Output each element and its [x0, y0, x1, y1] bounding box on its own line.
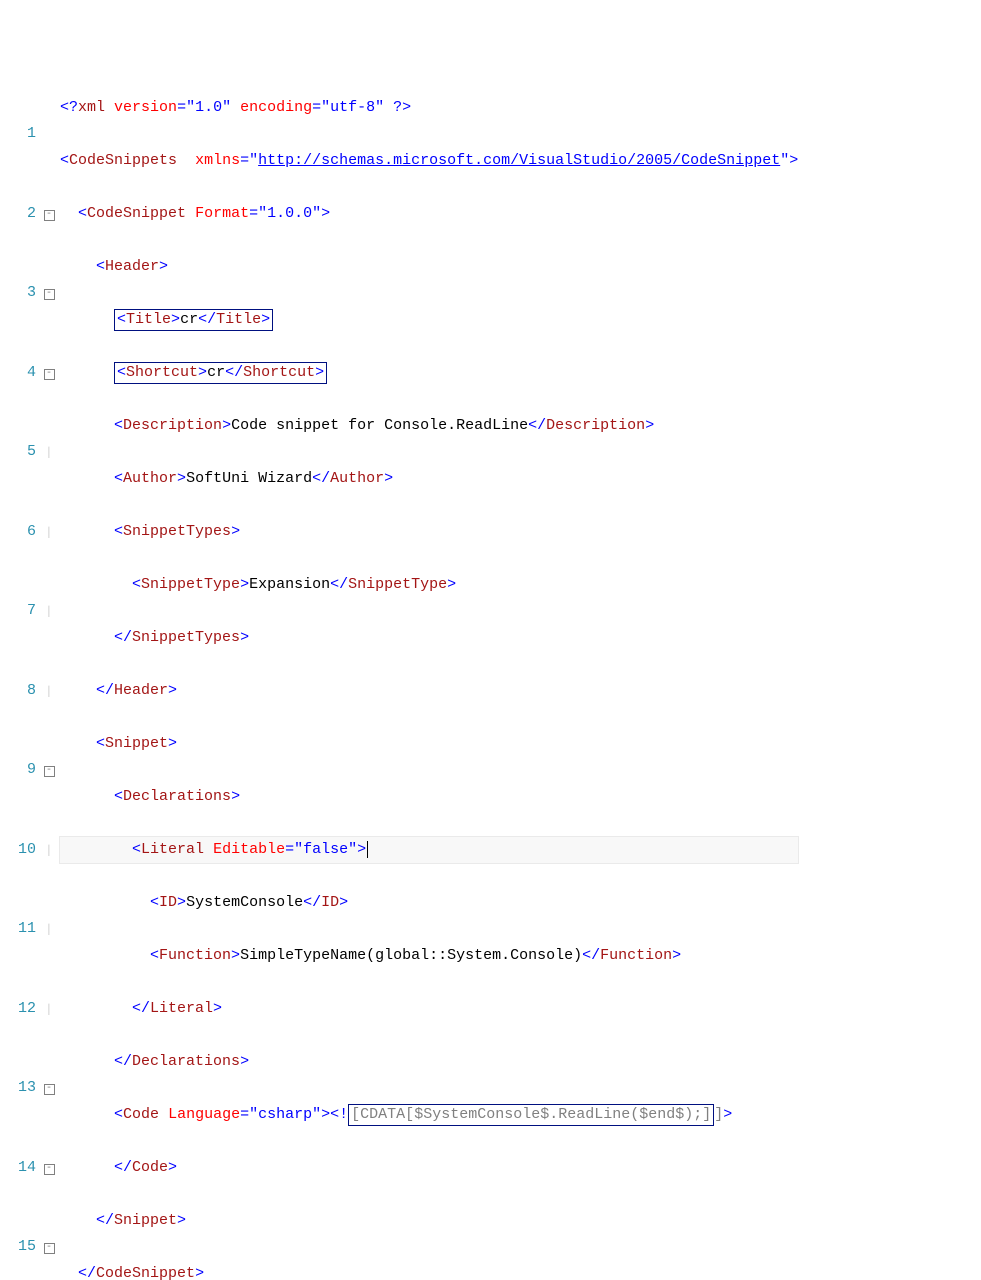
line-number: 2: [27, 205, 36, 222]
code-line[interactable]: <CodeSnippets xmlns="http://schemas.micr…: [60, 148, 798, 175]
line-number-gutter: 1 2 3 4 5 6 7 8 9 10 11 12 13 14 15 16 1…: [0, 68, 42, 708]
code-line[interactable]: </Code>: [60, 1155, 798, 1182]
fold-guide-icon: │: [45, 839, 54, 866]
xmlns-url[interactable]: http://schemas.microsoft.com/VisualStudi…: [258, 152, 780, 169]
line-number: 4: [27, 364, 36, 381]
fold-guide-icon: │: [45, 998, 54, 1025]
line-number: 11: [18, 920, 36, 937]
fold-toggle-icon[interactable]: -: [44, 1164, 55, 1175]
fold-toggle-icon[interactable]: -: [44, 210, 55, 221]
code-line[interactable]: <Snippet>: [60, 731, 798, 758]
line-number: 7: [27, 602, 36, 619]
fold-guide-icon: │: [45, 680, 54, 707]
code-line[interactable]: <Function>SimpleTypeName(global::System.…: [60, 943, 798, 970]
code-line[interactable]: <Title>cr</Title>: [60, 307, 798, 334]
fold-toggle-icon[interactable]: -: [44, 766, 55, 777]
line-number: 8: [27, 682, 36, 699]
line-number: 12: [18, 1000, 36, 1017]
fold-toggle-icon[interactable]: -: [44, 1243, 55, 1254]
code-line[interactable]: <Shortcut>cr</Shortcut>: [60, 360, 798, 387]
code-line[interactable]: </Literal>: [60, 996, 798, 1023]
line-number: 10: [18, 841, 36, 858]
highlight-box: [CDATA[$SystemConsole$.ReadLine($end$);]: [348, 1104, 714, 1126]
line-number: 13: [18, 1079, 36, 1096]
code-line[interactable]: <Author>SoftUni Wizard</Author>: [60, 466, 798, 493]
code-line[interactable]: </SnippetTypes>: [60, 625, 798, 652]
code-line[interactable]: <SnippetTypes>: [60, 519, 798, 546]
line-number: 15: [18, 1238, 36, 1255]
line-number: 5: [27, 443, 36, 460]
code-line[interactable]: </Snippet>: [60, 1208, 798, 1235]
line-number: 6: [27, 523, 36, 540]
text-cursor: [367, 841, 368, 858]
line-number: 9: [27, 761, 36, 778]
code-line[interactable]: <SnippetType>Expansion</SnippetType>: [60, 572, 798, 599]
line-number: 14: [18, 1159, 36, 1176]
code-line[interactable]: <ID>SystemConsole</ID>: [60, 890, 798, 917]
fold-toggle-icon[interactable]: -: [44, 1084, 55, 1095]
line-number: 3: [27, 284, 36, 301]
fold-guide-icon: │: [45, 918, 54, 945]
fold-toggle-icon[interactable]: -: [44, 369, 55, 380]
fold-toggle-icon[interactable]: -: [44, 289, 55, 300]
code-editor[interactable]: 1 2 3 4 5 6 7 8 9 10 11 12 13 14 15 16 1…: [0, 68, 981, 708]
code-content[interactable]: <?xml version="1.0" encoding="utf-8" ?> …: [56, 68, 798, 708]
code-line-current[interactable]: <Literal Editable="false">: [60, 837, 798, 864]
line-number: 1: [27, 125, 36, 142]
fold-gutter[interactable]: - - - │ │ │ │ - │ │ │ - - - │ │ │ │ - │ …: [42, 68, 56, 708]
code-line[interactable]: <Declarations>: [60, 784, 798, 811]
code-line[interactable]: <?xml version="1.0" encoding="utf-8" ?>: [60, 95, 798, 122]
code-line[interactable]: <Description>Code snippet for Console.Re…: [60, 413, 798, 440]
code-line[interactable]: </Declarations>: [60, 1049, 798, 1076]
fold-guide-icon: │: [45, 521, 54, 548]
code-line[interactable]: <Code Language="csharp"><![CDATA[$System…: [60, 1102, 798, 1129]
highlight-box: <Title>cr</Title>: [114, 309, 273, 331]
code-line[interactable]: </CodeSnippet>: [60, 1261, 798, 1280]
fold-guide-icon: │: [45, 441, 54, 468]
fold-guide-icon: │: [45, 600, 54, 627]
code-line[interactable]: <Header>: [60, 254, 798, 281]
highlight-box: <Shortcut>cr</Shortcut>: [114, 362, 327, 384]
code-line[interactable]: <CodeSnippet Format="1.0.0">: [60, 201, 798, 228]
code-line[interactable]: </Header>: [60, 678, 798, 705]
